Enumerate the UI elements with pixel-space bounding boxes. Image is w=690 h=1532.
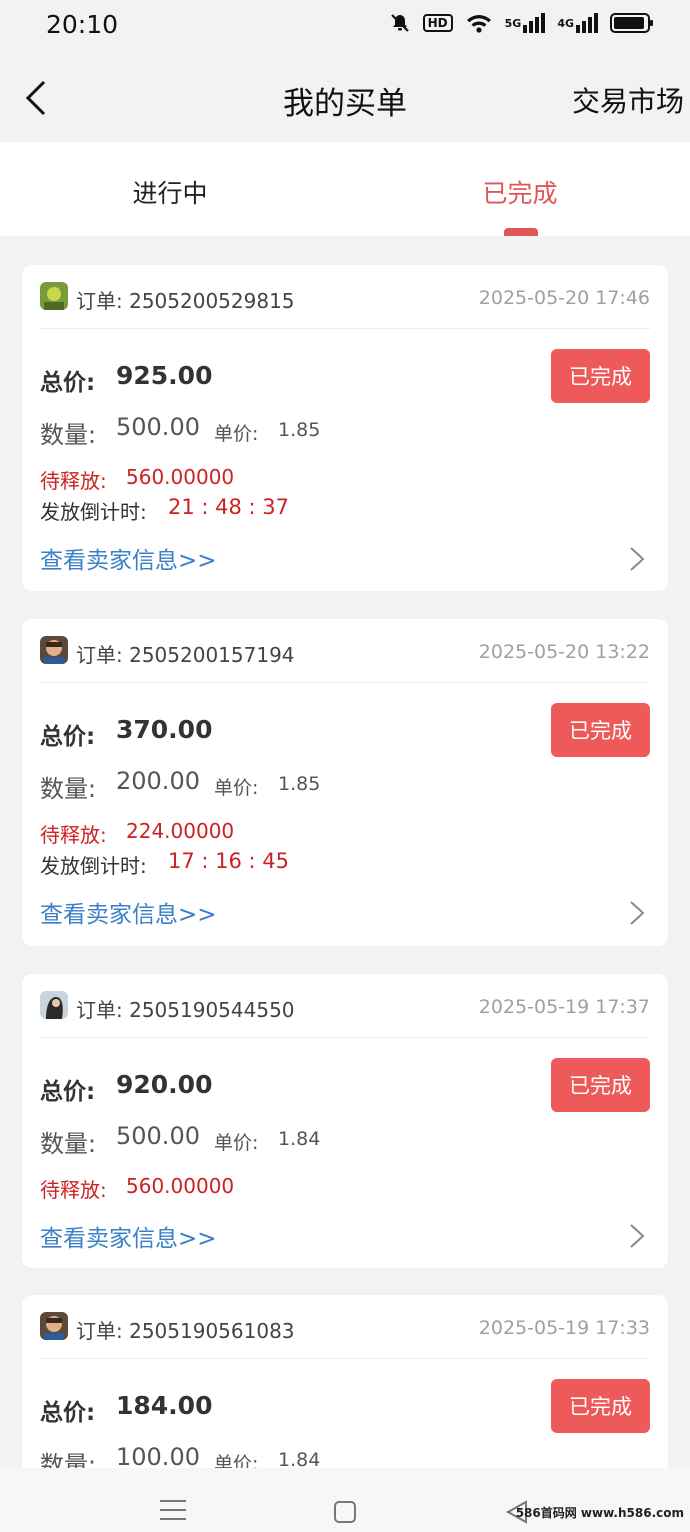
bell-muted-icon	[389, 12, 411, 34]
countdown-value: 17 : 16 : 45	[168, 849, 290, 873]
total-label: 总价:	[40, 724, 96, 750]
nav-bar: 我的买单 交易市场	[0, 56, 690, 142]
quantity-label: 数量:	[40, 421, 97, 449]
order-header: 订单: 2505200529815 2025-05-20 17:46	[40, 279, 650, 329]
unit-price-value: 1.84	[278, 1449, 321, 1468]
avatar	[40, 636, 68, 664]
chevron-right-icon[interactable]	[628, 1222, 646, 1250]
avatar	[40, 282, 68, 310]
status-button[interactable]: 已完成	[551, 1058, 650, 1112]
order-time: 2025-05-20 17:46	[478, 287, 650, 309]
signal-5g-label: 5G	[504, 16, 522, 30]
quantity-label: 数量:	[40, 775, 97, 803]
countdown-label: 发放倒计时:	[40, 854, 147, 878]
seller-info-link[interactable]: 查看卖家信息>>	[40, 541, 217, 575]
unit-price-value: 1.84	[278, 1128, 321, 1150]
total-value: 370.00	[116, 715, 213, 744]
seller-info-link[interactable]: 查看卖家信息>>	[40, 1219, 217, 1253]
hd-icon: HD	[422, 14, 453, 32]
wifi-icon	[465, 12, 493, 34]
tab-bar: 进行中 已完成	[0, 142, 690, 236]
chevron-right-icon[interactable]	[628, 545, 646, 573]
order-card: 订单: 2505190561083 2025-05-19 17:33 总价: 1…	[22, 1295, 668, 1468]
battery-icon	[610, 13, 653, 33]
order-card: 订单: 2505190544550 2025-05-19 17:37 总价: 9…	[22, 974, 668, 1268]
status-icons: HD 5G 4G	[389, 12, 653, 34]
status-bar: 20:10 HD 5G 4G	[0, 0, 690, 56]
order-number: 订单: 2505190544550	[76, 998, 295, 1022]
order-header: 订单: 2505190544550 2025-05-19 17:37	[40, 988, 650, 1038]
avatar	[40, 991, 68, 1019]
pending-value: 560.00000	[126, 465, 235, 489]
status-button[interactable]: 已完成	[551, 703, 650, 757]
home-icon[interactable]	[334, 1501, 356, 1523]
order-number: 订单: 2505190561083	[76, 1319, 295, 1343]
avatar	[40, 1312, 68, 1340]
unit-price-label: 单价:	[214, 1453, 259, 1468]
total-label: 总价:	[40, 370, 96, 396]
menu-icon[interactable]	[160, 1500, 186, 1527]
quantity-label: 数量:	[40, 1451, 97, 1468]
seller-info-link[interactable]: 查看卖家信息>>	[40, 895, 217, 929]
unit-price-label: 单价:	[214, 777, 259, 799]
pending-value: 224.00000	[126, 819, 235, 843]
watermark: 586首码网 www.h586.com	[515, 1506, 684, 1520]
status-button[interactable]: 已完成	[551, 349, 650, 403]
unit-price-value: 1.85	[278, 419, 321, 441]
total-label: 总价:	[40, 1079, 96, 1105]
order-card: 订单: 2505200529815 2025-05-20 17:46 总价: 9…	[22, 265, 668, 591]
order-list: 订单: 2505200529815 2025-05-20 17:46 总价: 9…	[0, 236, 690, 1468]
signal-4g-icon: 4G	[557, 13, 598, 33]
tab-in-progress[interactable]: 进行中	[70, 174, 270, 210]
unit-price-value: 1.85	[278, 773, 321, 795]
quantity-value: 200.00	[116, 767, 200, 795]
quantity-value: 500.00	[116, 413, 200, 441]
chevron-right-icon[interactable]	[628, 899, 646, 927]
order-time: 2025-05-19 17:37	[478, 996, 650, 1018]
tab-completed[interactable]: 已完成	[420, 174, 620, 210]
order-number: 订单: 2505200157194	[76, 643, 295, 667]
countdown-label: 发放倒计时:	[40, 500, 147, 524]
total-value: 184.00	[116, 1391, 213, 1420]
signal-5g-icon: 5G	[505, 13, 546, 33]
total-label: 总价:	[40, 1400, 96, 1426]
order-time: 2025-05-19 17:33	[478, 1317, 650, 1339]
system-nav-bar: 586首码网 www.h586.com	[0, 1468, 690, 1532]
order-header: 订单: 2505200157194 2025-05-20 13:22	[40, 633, 650, 683]
quantity-value: 500.00	[116, 1122, 200, 1150]
tab-indicator	[504, 228, 538, 236]
unit-price-label: 单价:	[214, 1132, 259, 1154]
quantity-label: 数量:	[40, 1130, 97, 1158]
status-button[interactable]: 已完成	[551, 1379, 650, 1433]
order-card: 订单: 2505200157194 2025-05-20 13:22 总价: 3…	[22, 619, 668, 946]
pending-label: 待释放:	[40, 823, 107, 847]
signal-4g-label: 4G	[557, 16, 574, 30]
status-time: 20:10	[46, 10, 119, 39]
total-value: 920.00	[116, 1070, 213, 1099]
pending-label: 待释放:	[40, 469, 107, 493]
market-link[interactable]: 交易市场	[572, 80, 684, 120]
pending-value: 560.00000	[126, 1174, 235, 1198]
order-header: 订单: 2505190561083 2025-05-19 17:33	[40, 1309, 650, 1359]
countdown-value: 21 : 48 : 37	[168, 495, 290, 519]
unit-price-label: 单价:	[214, 423, 259, 445]
order-time: 2025-05-20 13:22	[478, 641, 650, 663]
pending-label: 待释放:	[40, 1178, 107, 1202]
quantity-value: 100.00	[116, 1443, 200, 1468]
total-value: 925.00	[116, 361, 213, 390]
order-number: 订单: 2505200529815	[76, 289, 295, 313]
